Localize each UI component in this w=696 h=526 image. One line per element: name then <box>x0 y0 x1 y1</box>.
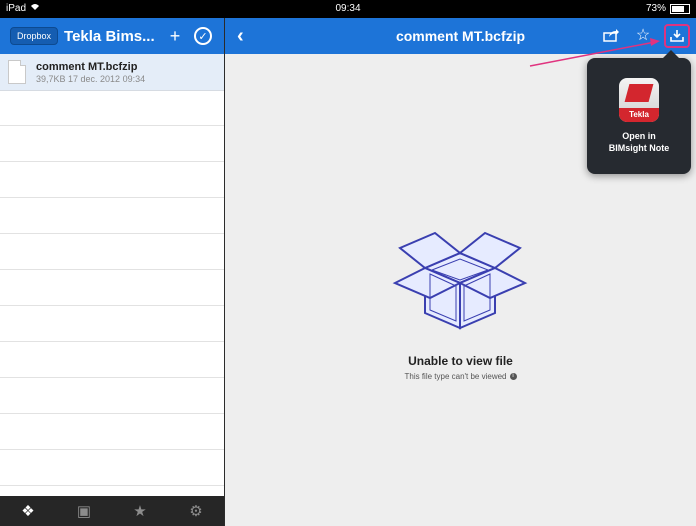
battery-percent: 73% <box>645 3 666 14</box>
empty-row <box>0 450 224 486</box>
empty-row <box>0 126 224 162</box>
open-in-icon[interactable] <box>664 24 690 48</box>
photos-icon[interactable]: ▣ <box>69 502 99 520</box>
info-icon[interactable]: i <box>509 373 517 381</box>
empty-list <box>0 90 224 486</box>
gear-icon[interactable]: ⚙ <box>181 502 211 520</box>
add-icon[interactable]: + <box>164 25 186 47</box>
open-in-app-label[interactable]: Open in BIMsight Note <box>587 130 691 154</box>
error-title: Unable to view file <box>408 354 513 368</box>
empty-row <box>0 90 224 126</box>
tekla-logo-mark <box>624 84 654 102</box>
file-list-item[interactable]: comment MT.bcfzip 39,7KB 17 dec. 2012 09… <box>0 54 224 91</box>
tekla-app-icon[interactable]: Tekla <box>619 78 659 122</box>
empty-row <box>0 378 224 414</box>
empty-row <box>0 270 224 306</box>
open-in-line1: Open in <box>622 131 656 141</box>
open-in-popover: Tekla Open in BIMsight Note <box>587 50 691 174</box>
select-icon[interactable]: ✓ <box>192 25 214 47</box>
status-bar: iPad 09:34 73% <box>0 0 696 18</box>
favorite-star-icon[interactable]: ☆ <box>632 24 654 46</box>
sidebar: Dropbox Tekla Bims... + ✓ comment MT.bcf… <box>0 18 225 526</box>
share-icon[interactable] <box>600 24 622 46</box>
file-name: comment MT.bcfzip <box>36 60 138 73</box>
empty-row <box>0 234 224 270</box>
empty-row <box>0 306 224 342</box>
empty-row <box>0 162 224 198</box>
sidebar-header: Dropbox Tekla Bims... + ✓ <box>0 18 224 54</box>
folder-title: Tekla Bims... <box>64 27 155 45</box>
app-icon-label: Tekla <box>619 108 659 122</box>
file-icon <box>8 60 26 84</box>
empty-row <box>0 414 224 450</box>
error-subtitle: This file type can't be viewed i <box>225 372 696 381</box>
error-subtitle-text: This file type can't be viewed <box>404 372 507 381</box>
empty-row <box>0 198 224 234</box>
nav-bar: ‹ comment MT.bcfzip ☆ <box>225 18 696 54</box>
battery-icon <box>670 3 690 14</box>
dropbox-button[interactable]: Dropbox <box>10 27 59 45</box>
status-time: 09:34 <box>335 3 361 14</box>
open-in-line2: BIMsight Note <box>608 143 670 153</box>
empty-row <box>0 342 224 378</box>
file-meta: 39,7KB 17 dec. 2012 09:34 <box>36 73 146 84</box>
star-icon[interactable]: ★ <box>125 502 155 520</box>
tab-bar: ❖ ▣ ★ ⚙ <box>0 496 224 526</box>
dropbox-icon[interactable]: ❖ <box>13 502 43 520</box>
empty-box-illustration <box>390 208 530 338</box>
